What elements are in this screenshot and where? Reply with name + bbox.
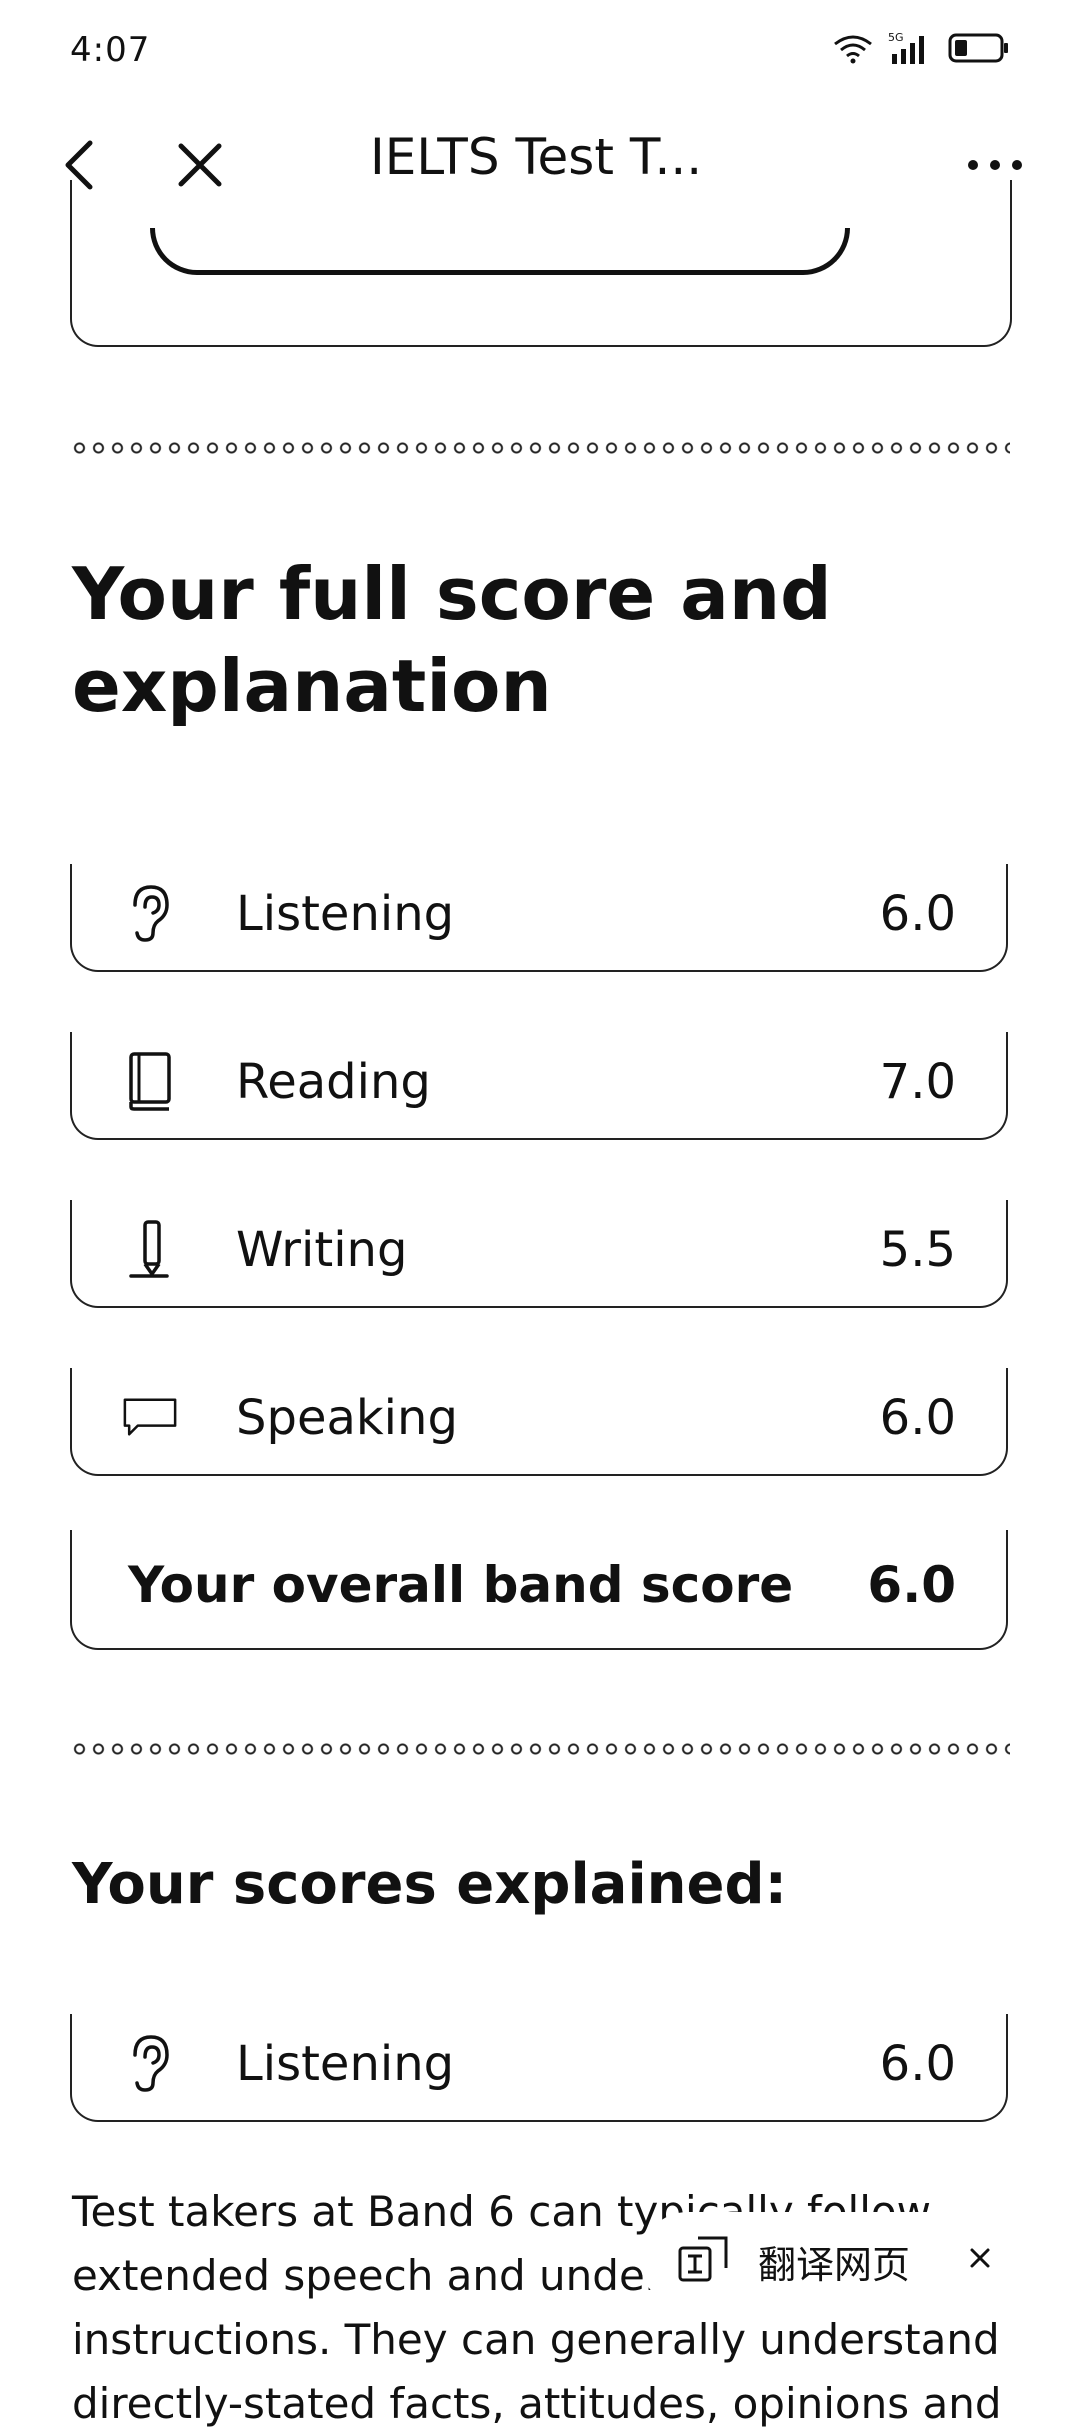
- status-bar: 4:07 5G: [0, 0, 1080, 100]
- score-label: Reading: [236, 1054, 431, 1110]
- speech-bubble-icon: [122, 1386, 178, 1448]
- status-time: 4:07: [70, 30, 151, 70]
- score-card-reading[interactable]: Reading 7.0: [70, 1032, 1008, 1140]
- status-icons: 5G: [832, 30, 1010, 70]
- page-title: IELTS Test T...: [370, 128, 703, 186]
- score-value: 6.0: [879, 2036, 956, 2092]
- ear-icon: [122, 882, 178, 944]
- scores-explained-title: Your scores explained:: [72, 1852, 787, 1917]
- score-card-writing[interactable]: Writing 5.5: [70, 1200, 1008, 1308]
- book-icon: [122, 1050, 178, 1112]
- previous-card-button-edge[interactable]: [150, 228, 850, 275]
- translate-label: 翻译网页: [758, 2243, 911, 2287]
- score-value: 6.0: [879, 886, 956, 942]
- score-card-listening[interactable]: Listening 6.0: [70, 864, 1008, 972]
- score-value: 6.0: [879, 1390, 956, 1446]
- score-value: 5.5: [879, 1222, 956, 1278]
- pencil-icon: [122, 1218, 178, 1280]
- dotted-divider: [70, 441, 1010, 455]
- explanation-line: instructions. They can generally underst…: [72, 2315, 1000, 2364]
- ear-icon: [122, 2032, 178, 2094]
- explanation-line: directly-stated facts, attitudes, opinio…: [72, 2379, 1002, 2428]
- signal-5g-icon: 5G: [888, 30, 934, 71]
- score-card-speaking[interactable]: Speaking 6.0: [70, 1368, 1008, 1476]
- more-icon: [968, 160, 1022, 170]
- translate-close-button[interactable]: [960, 2238, 1000, 2278]
- battery-icon: [948, 32, 1010, 69]
- score-label: Speaking: [236, 1390, 458, 1446]
- dotted-divider: [70, 1742, 1010, 1756]
- svg-text:5G: 5G: [888, 31, 904, 44]
- translate-popup[interactable]: 翻译网页: [640, 2212, 1040, 2308]
- score-label: Listening: [236, 2036, 455, 2092]
- overall-score-value: 6.0: [867, 1556, 956, 1614]
- overall-score-label: Your overall band score: [128, 1556, 794, 1614]
- section-title: Your full score and explanation: [72, 552, 832, 728]
- overall-score-card: Your overall band score 6.0: [70, 1530, 1008, 1650]
- translate-icon: [676, 2232, 732, 2288]
- score-label: Listening: [236, 886, 455, 942]
- wifi-icon: [832, 32, 874, 69]
- explained-card-listening[interactable]: Listening 6.0: [70, 2014, 1008, 2122]
- score-value: 7.0: [879, 1054, 956, 1110]
- close-icon: [970, 2248, 990, 2268]
- score-label: Writing: [236, 1222, 408, 1278]
